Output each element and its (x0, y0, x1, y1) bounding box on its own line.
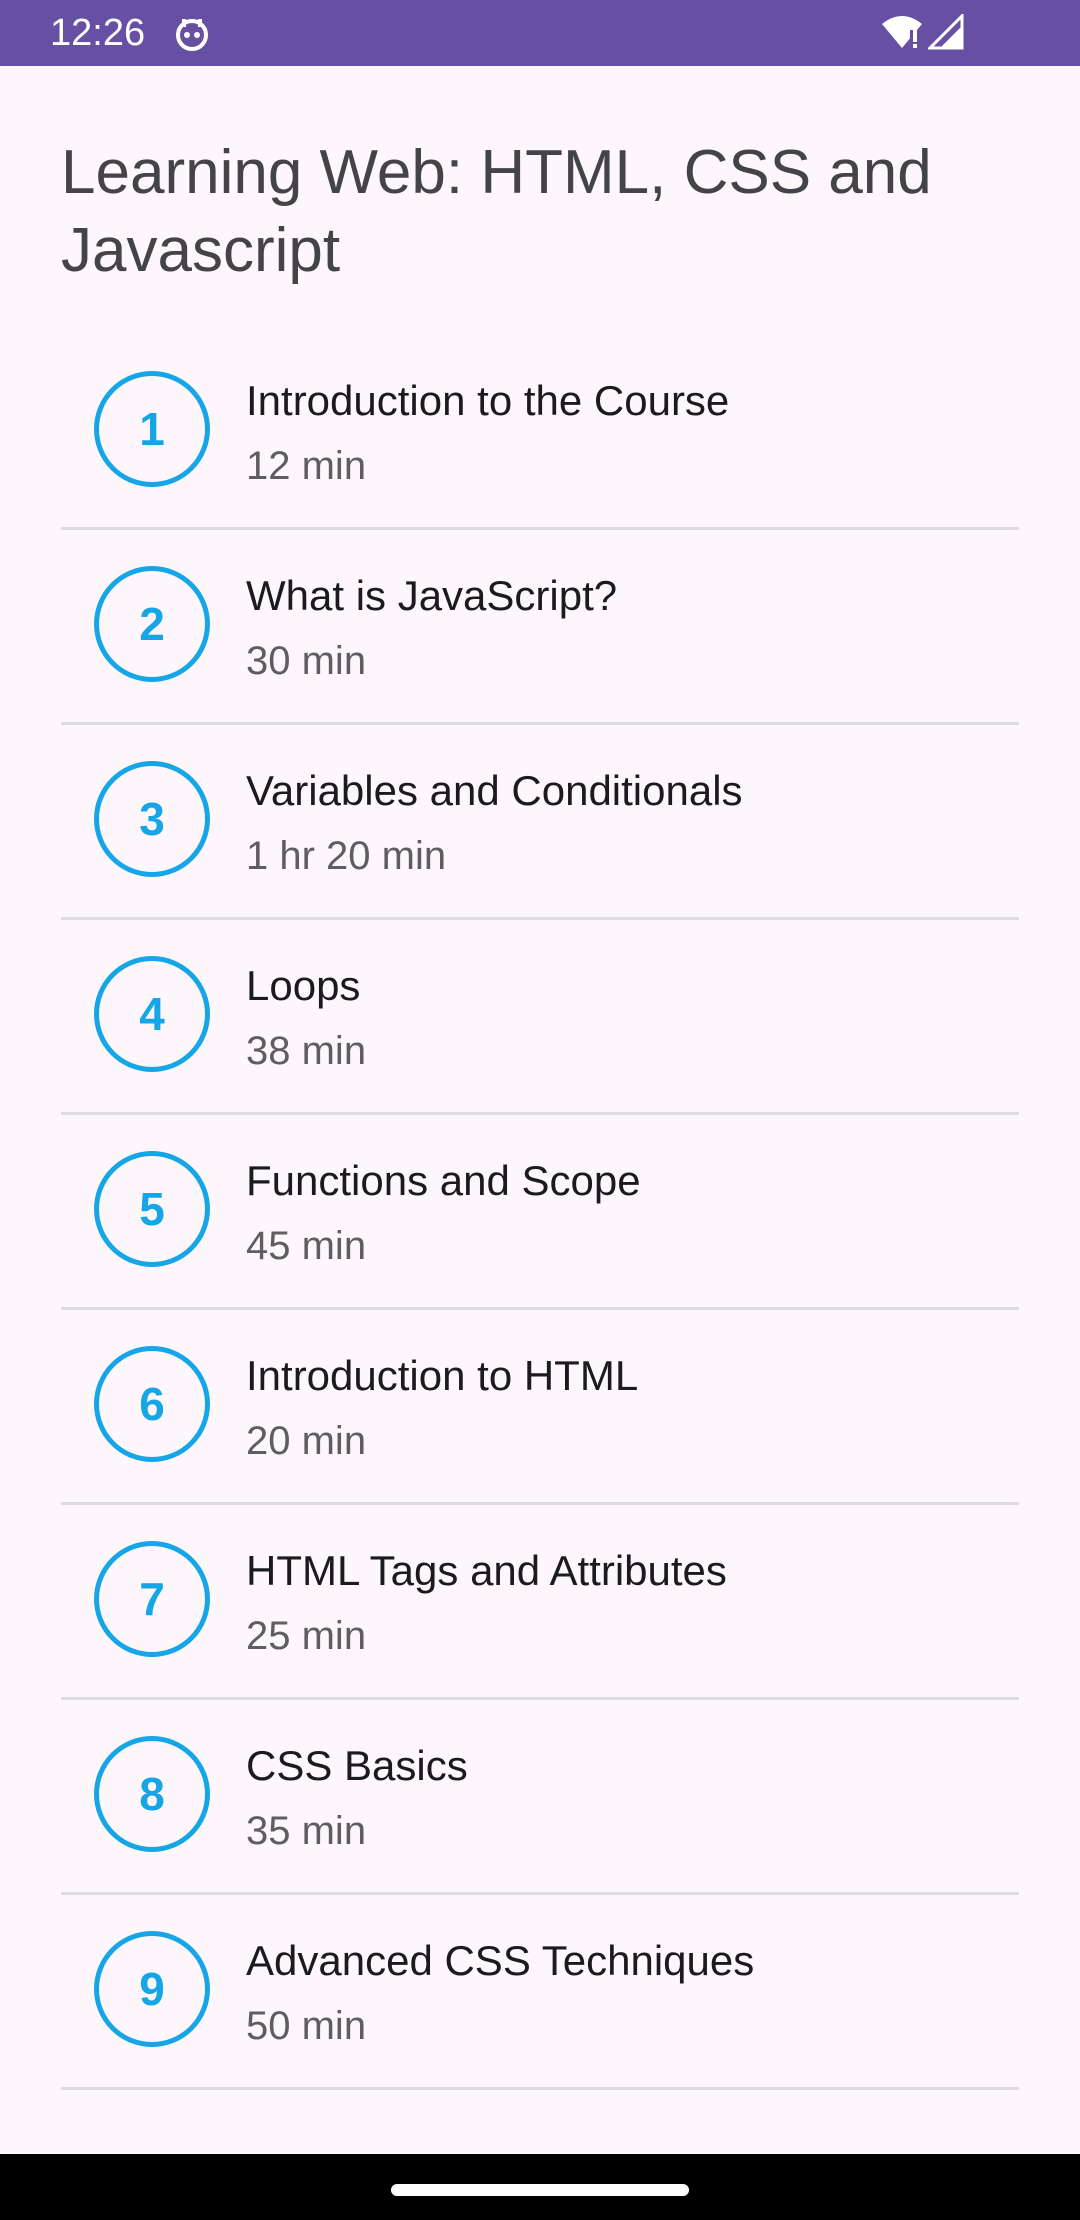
android-notification-icon (174, 16, 210, 52)
cell-signal-icon (926, 12, 964, 50)
lesson-number-badge: 6 (94, 1346, 210, 1462)
lesson-title: Introduction to the Course (246, 377, 730, 424)
wifi-icon (880, 14, 924, 50)
navigation-bar (0, 2154, 1080, 2220)
lesson-number-badge: 3 (94, 761, 210, 877)
lesson-item[interactable]: 8 CSS Basics 35 min (61, 1700, 1019, 1895)
lesson-number-badge: 1 (94, 371, 210, 487)
lesson-title: CSS Basics (246, 1742, 468, 1789)
lesson-item[interactable]: 5 Functions and Scope 45 min (61, 1115, 1019, 1310)
lesson-title: Loops (246, 962, 361, 1009)
lesson-title: HTML Tags and Attributes (246, 1547, 727, 1594)
lesson-list: 1 Introduction to the Course 12 min 2 Wh… (61, 335, 1019, 2090)
lesson-number-badge: 8 (94, 1736, 210, 1852)
home-gesture-handle[interactable] (391, 2184, 689, 2196)
lesson-item[interactable]: 4 Loops 38 min (61, 920, 1019, 1115)
lesson-item[interactable]: 9 Advanced CSS Techniques 50 min (61, 1895, 1019, 2090)
lesson-title: Functions and Scope (246, 1157, 641, 1204)
lesson-number-badge: 9 (94, 1931, 210, 2047)
lesson-duration: 35 min (246, 1809, 367, 1853)
lesson-number-badge: 4 (94, 956, 210, 1072)
lesson-duration: 20 min (246, 1419, 367, 1463)
status-bar: 12:26 (0, 0, 1080, 66)
lesson-title: Variables and Conditionals (246, 767, 743, 814)
page-title: Learning Web: HTML, CSS and Javascript (61, 138, 932, 285)
lesson-number-badge: 7 (94, 1541, 210, 1657)
lesson-title: Introduction to HTML (246, 1352, 639, 1399)
lesson-item[interactable]: 3 Variables and Conditionals 1 hr 20 min (61, 725, 1019, 920)
lesson-title: What is JavaScript? (246, 572, 618, 619)
lesson-title: Advanced CSS Techniques (246, 1937, 755, 1984)
status-time: 12:26 (50, 12, 146, 54)
lesson-item[interactable]: 1 Introduction to the Course 12 min (61, 335, 1019, 530)
lesson-duration: 45 min (246, 1224, 367, 1268)
lesson-number-badge: 5 (94, 1151, 210, 1267)
lesson-number-badge: 2 (94, 566, 210, 682)
lesson-duration: 25 min (246, 1614, 367, 1658)
lesson-item[interactable]: 7 HTML Tags and Attributes 25 min (61, 1505, 1019, 1700)
lesson-duration: 38 min (246, 1029, 367, 1073)
lesson-duration: 30 min (246, 639, 367, 683)
lesson-item[interactable]: 2 What is JavaScript? 30 min (61, 530, 1019, 725)
lesson-duration: 1 hr 20 min (246, 834, 447, 878)
lesson-item[interactable]: 6 Introduction to HTML 20 min (61, 1310, 1019, 1505)
lesson-duration: 50 min (246, 2004, 367, 2048)
lesson-duration: 12 min (246, 444, 367, 488)
